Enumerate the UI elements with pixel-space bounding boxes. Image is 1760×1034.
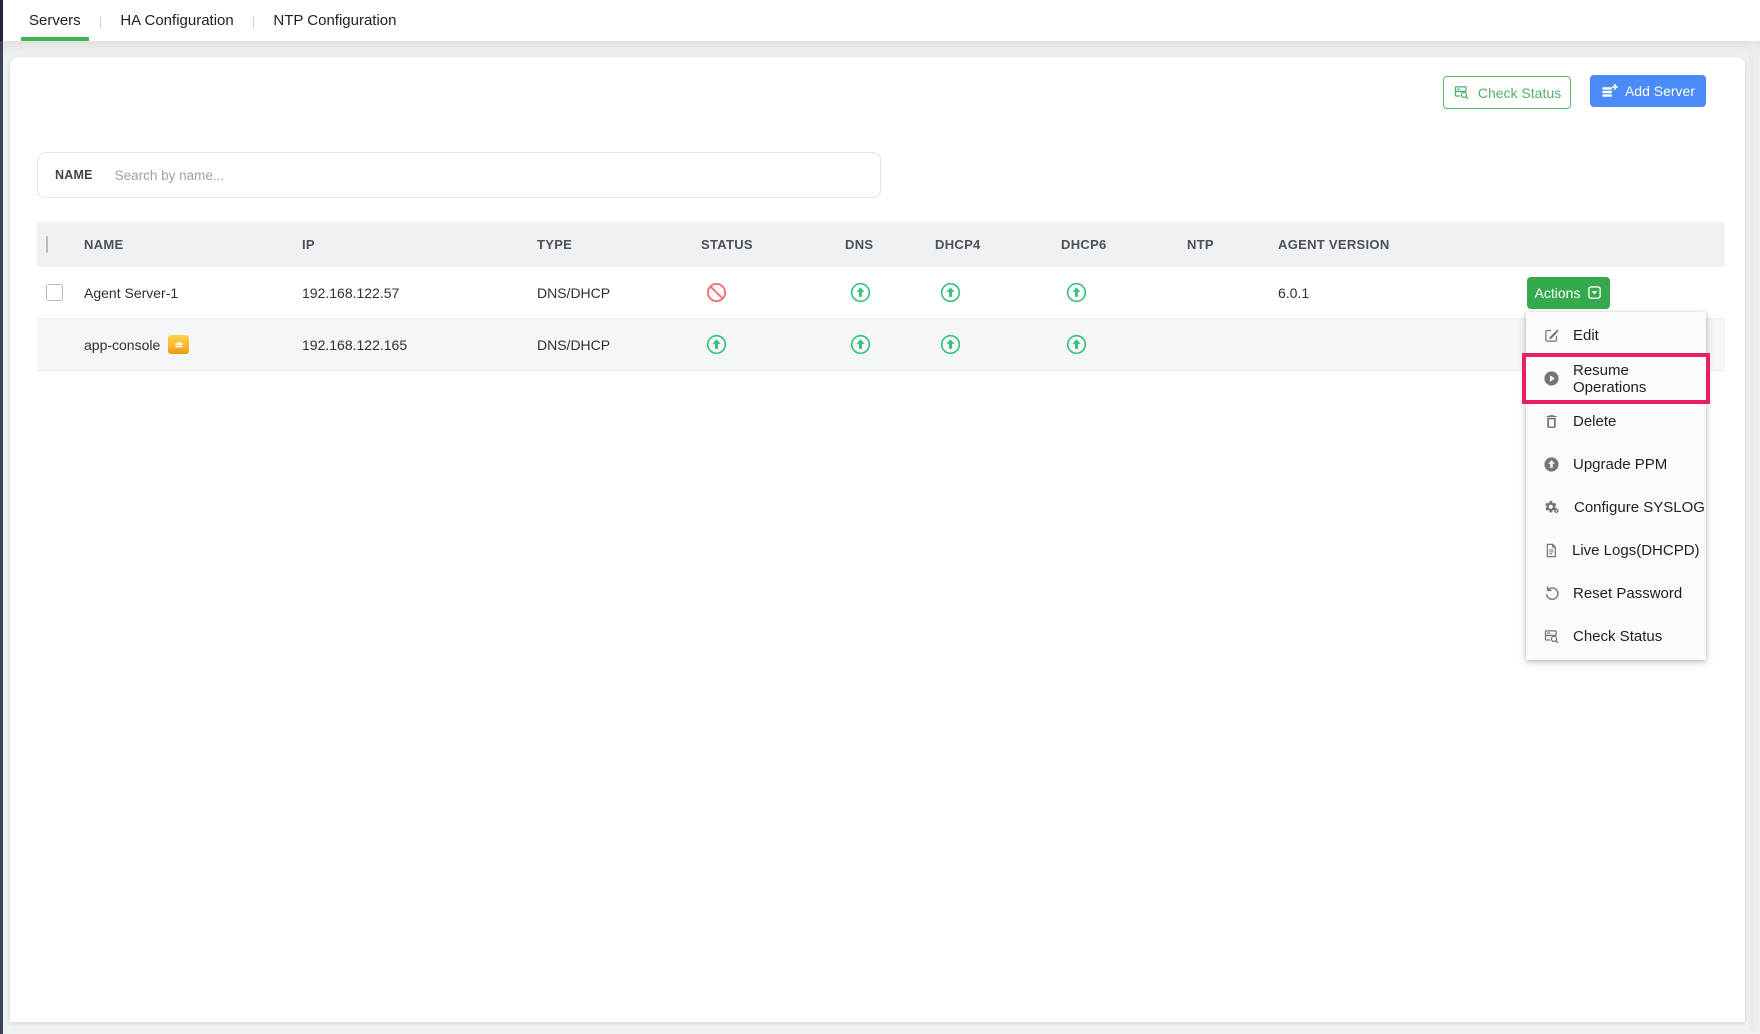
- search-input[interactable]: [115, 168, 868, 183]
- master-crown-icon: [168, 335, 189, 354]
- check-status-label: Check Status: [1478, 85, 1561, 101]
- menu-item-label: Delete: [1573, 413, 1616, 430]
- tab-ha-configuration[interactable]: HA Configuration: [120, 0, 233, 41]
- column-header-dhcp4: DHCP4: [935, 237, 1061, 252]
- select-all-cell: [37, 237, 84, 252]
- dhcp6-cell: [1061, 281, 1187, 304]
- servers-card: Check Status Add Server NAME: [10, 57, 1745, 1022]
- blocked-icon: [705, 281, 728, 304]
- upload-circle-icon: [1543, 456, 1560, 473]
- server-name: app-console: [84, 337, 160, 353]
- servers-table: NAME IP TYPE STATUS DNS DHCP4 DHCP6 NTP …: [37, 222, 1725, 371]
- server-plus-icon: [1601, 83, 1618, 100]
- column-header-name: NAME: [84, 237, 302, 252]
- table-row: Agent Server-1 192.168.122.57 DNS/DHCP: [37, 267, 1725, 319]
- row-select-cell: [37, 284, 84, 301]
- menu-item-reset-password[interactable]: Reset Password: [1526, 572, 1706, 615]
- play-circle-icon: [1543, 370, 1560, 387]
- menu-item-label: Upgrade PPM: [1573, 456, 1667, 473]
- menu-item-delete[interactable]: Delete: [1526, 400, 1706, 443]
- menu-item-resume-operations[interactable]: Resume Operations: [1526, 357, 1706, 400]
- server-ip: 192.168.122.57: [302, 285, 537, 301]
- tab-separator: |: [81, 13, 121, 29]
- menu-item-label: Check Status: [1573, 628, 1662, 645]
- caret-down-square-icon: [1587, 285, 1602, 300]
- add-server-button[interactable]: Add Server: [1590, 75, 1706, 107]
- dns-cell: [845, 281, 935, 304]
- column-header-agent-version: AGENT VERSION: [1278, 237, 1527, 252]
- server-type: DNS/DHCP: [537, 337, 701, 353]
- column-header-ip: IP: [302, 237, 537, 252]
- menu-item-configure-syslog[interactable]: Configure SYSLOG: [1526, 486, 1706, 529]
- menu-item-upgrade-ppm[interactable]: Upgrade PPM: [1526, 443, 1706, 486]
- menu-item-live-logs[interactable]: Live Logs(DHCPD): [1526, 529, 1706, 572]
- agent-version: 6.0.1: [1278, 285, 1527, 301]
- up-icon: [939, 333, 962, 356]
- dhcp4-cell: [935, 333, 1061, 356]
- dhcp4-cell: [935, 281, 1061, 304]
- menu-item-label: Configure SYSLOG: [1574, 499, 1705, 516]
- table-row: app-console 192.168.122.165 DNS/DHCP: [37, 319, 1725, 371]
- dhcp6-cell: [1061, 333, 1187, 356]
- column-header-status: STATUS: [701, 237, 845, 252]
- trash-icon: [1543, 413, 1560, 430]
- reset-icon: [1543, 585, 1560, 602]
- gears-icon: [1543, 499, 1561, 516]
- column-header-ntp: NTP: [1187, 237, 1278, 252]
- status-cell: [701, 281, 845, 304]
- server-name: Agent Server-1: [84, 285, 302, 301]
- tab-servers[interactable]: Servers: [29, 0, 81, 41]
- up-icon: [849, 333, 872, 356]
- server-search-icon: [1543, 628, 1560, 645]
- column-header-dhcp6: DHCP6: [1061, 237, 1187, 252]
- menu-item-edit[interactable]: Edit: [1526, 314, 1706, 357]
- top-tab-bar: Servers | HA Configuration | NTP Configu…: [3, 0, 1760, 41]
- menu-item-label: Edit: [1573, 327, 1599, 344]
- actions-dropdown-menu: Edit Resume Operations Delete: [1526, 312, 1706, 660]
- server-ip: 192.168.122.165: [302, 337, 537, 353]
- server-name-cell: app-console: [84, 335, 302, 354]
- row-checkbox[interactable]: [46, 284, 63, 301]
- check-status-button[interactable]: Check Status: [1443, 76, 1571, 109]
- menu-item-label: Resume Operations: [1573, 362, 1706, 396]
- actions-button-label: Actions: [1535, 285, 1581, 301]
- search-field-label: NAME: [55, 168, 93, 182]
- actions-button[interactable]: Actions: [1527, 277, 1610, 309]
- tab-ntp-configuration[interactable]: NTP Configuration: [273, 0, 396, 41]
- up-icon: [1065, 281, 1088, 304]
- up-icon: [939, 281, 962, 304]
- tabs: Servers | HA Configuration | NTP Configu…: [3, 0, 1760, 41]
- up-icon: [705, 333, 728, 356]
- edit-icon: [1543, 327, 1560, 344]
- menu-item-label: Live Logs(DHCPD): [1572, 542, 1700, 559]
- scrollbar[interactable]: [1749, 44, 1759, 1032]
- actions-cell: Actions: [1527, 277, 1725, 309]
- menu-item-label: Reset Password: [1573, 585, 1682, 602]
- up-icon: [849, 281, 872, 304]
- column-header-type: TYPE: [537, 237, 701, 252]
- dns-cell: [845, 333, 935, 356]
- search-bar: NAME: [37, 152, 881, 198]
- table-header-row: NAME IP TYPE STATUS DNS DHCP4 DHCP6 NTP …: [37, 222, 1725, 267]
- servers-page: Servers | HA Configuration | NTP Configu…: [0, 0, 1760, 1034]
- column-header-dns: DNS: [845, 237, 935, 252]
- tab-separator: |: [234, 13, 274, 29]
- status-cell: [701, 333, 845, 356]
- menu-item-check-status[interactable]: Check Status: [1526, 615, 1706, 658]
- up-icon: [1065, 333, 1088, 356]
- document-icon: [1543, 542, 1559, 559]
- add-server-label: Add Server: [1625, 83, 1695, 99]
- select-all-checkbox[interactable]: [46, 236, 48, 253]
- server-search-icon: [1453, 84, 1470, 101]
- server-type: DNS/DHCP: [537, 285, 701, 301]
